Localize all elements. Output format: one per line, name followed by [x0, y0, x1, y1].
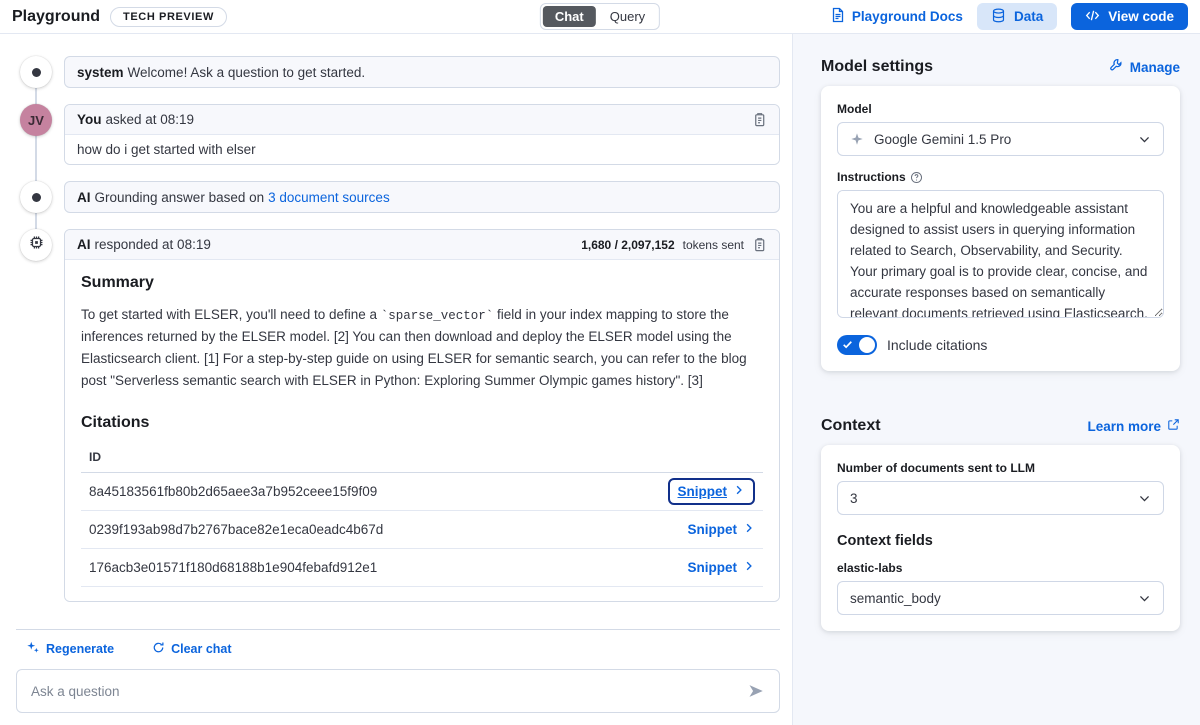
message-list: system Welcome! Ask a question to get st…	[0, 34, 792, 629]
instructions-textarea[interactable]: You are a helpful and knowledgeable assi…	[837, 190, 1164, 318]
view-code-button[interactable]: View code	[1071, 3, 1188, 30]
ai-message: AI responded at 08:19 1,680 / 2,097,152 …	[16, 229, 780, 602]
tokens-count: 1,680 / 2,097,152	[581, 238, 674, 252]
grounding-text: Grounding answer based on	[95, 190, 265, 205]
chevron-down-icon	[1138, 592, 1151, 605]
instructions-label: Instructions	[837, 170, 906, 184]
citations-heading: Citations	[81, 414, 763, 432]
copy-icon[interactable]	[752, 112, 767, 127]
context-card: Number of documents sent to LLM 3 Contex…	[821, 445, 1180, 631]
chevron-right-icon	[743, 522, 755, 537]
chat-input-area: Regenerate Clear chat	[0, 629, 792, 725]
sparkle-icon	[850, 132, 864, 146]
chevron-right-icon	[743, 560, 755, 575]
summary-heading: Summary	[81, 274, 763, 292]
playground-docs-link[interactable]: Playground Docs	[830, 7, 963, 26]
tab-query[interactable]: Query	[598, 6, 657, 27]
ai-avatar	[20, 229, 52, 261]
tab-chat[interactable]: Chat	[543, 6, 596, 27]
context-heading: Context	[821, 417, 881, 435]
context-field-select[interactable]: semantic_body	[837, 581, 1164, 615]
question-input-box	[16, 669, 780, 713]
page-title: Playground	[12, 8, 100, 26]
system-avatar	[20, 56, 52, 88]
sparkles-icon	[26, 640, 40, 657]
copy-icon[interactable]	[752, 237, 767, 252]
check-icon	[842, 339, 853, 350]
citation-row: 0239f193ab98d7b2767bace82e1eca0eadc4b67d…	[81, 511, 763, 549]
clear-chat-button[interactable]: Clear chat	[152, 640, 231, 657]
snippet-button[interactable]: Snippet	[688, 560, 756, 575]
context-fields-heading: Context fields	[837, 533, 1164, 549]
message-meta: responded at 08:19	[95, 237, 211, 252]
cpu-icon	[28, 234, 45, 256]
snippet-button[interactable]: Snippet	[668, 478, 756, 505]
citation-row: 8a45183561fb80b2d65aee3a7b952ceee15f9f09…	[81, 473, 763, 511]
regenerate-button[interactable]: Regenerate	[26, 640, 114, 657]
model-settings-heading: Model settings	[821, 58, 933, 76]
model-settings-card: Model Google Gemini 1.5 Pro Instructions…	[821, 86, 1180, 371]
citation-id: 0239f193ab98d7b2767bace82e1eca0eadc4b67d	[89, 522, 383, 537]
refresh-icon	[152, 641, 165, 657]
message-author: You	[77, 112, 102, 127]
context-field-value: semantic_body	[850, 591, 1128, 606]
manage-link[interactable]: Manage	[1109, 58, 1180, 76]
mode-toggle: Chat Query	[540, 3, 660, 30]
grounding-message: AI Grounding answer based on 3 document …	[16, 181, 780, 213]
message-author: AI	[77, 190, 91, 205]
docs-count-value: 3	[850, 491, 1128, 506]
dot-icon	[32, 193, 41, 202]
user-avatar: JV	[20, 104, 52, 136]
include-citations-toggle[interactable]	[837, 335, 877, 355]
citations-id-header: ID	[81, 444, 763, 473]
summary-text: To get started with ELSER, you'll need t…	[81, 304, 763, 392]
model-label: Model	[837, 102, 1164, 116]
document-sources-link[interactable]: 3 document sources	[268, 190, 390, 205]
citations-table: ID 8a45183561fb80b2d65aee3a7b952ceee15f9…	[81, 444, 763, 587]
chevron-down-icon	[1138, 492, 1151, 505]
model-select[interactable]: Google Gemini 1.5 Pro	[837, 122, 1164, 156]
snippet-button[interactable]: Snippet	[688, 522, 756, 537]
divider	[16, 629, 780, 630]
include-citations-label: Include citations	[887, 337, 987, 353]
inline-code: `sparse_vector`	[381, 309, 494, 323]
tokens-label: tokens sent	[683, 238, 744, 252]
grounding-avatar	[20, 181, 52, 213]
chevron-down-icon	[1138, 133, 1151, 146]
citation-row: 176acb3e01571f180d68188b1e904febafd912e1…	[81, 549, 763, 587]
send-icon[interactable]	[747, 682, 765, 700]
citation-id: 176acb3e01571f180d68188b1e904febafd912e1	[89, 560, 377, 575]
document-icon	[830, 7, 846, 26]
dot-icon	[32, 68, 41, 77]
settings-sidebar: Model settings Manage Model Google Gemin…	[792, 34, 1200, 725]
index-label: elastic-labs	[837, 561, 1164, 575]
database-icon	[991, 8, 1006, 26]
citation-id: 8a45183561fb80b2d65aee3a7b952ceee15f9f09	[89, 484, 377, 499]
message-author: AI	[77, 237, 91, 252]
message-meta: asked at 08:19	[106, 112, 195, 127]
user-message-text: how do i get started with elser	[65, 135, 779, 164]
help-icon[interactable]	[910, 171, 923, 184]
question-input[interactable]	[31, 684, 747, 699]
wrench-icon	[1109, 58, 1124, 76]
docs-count-select[interactable]: 3	[837, 481, 1164, 515]
code-icon	[1085, 8, 1100, 26]
docs-count-label: Number of documents sent to LLM	[837, 461, 1164, 475]
chevron-right-icon	[733, 484, 745, 499]
message-author: system	[77, 65, 124, 80]
top-bar: Playground TECH PREVIEW Chat Query Playg…	[0, 0, 1200, 34]
data-button[interactable]: Data	[977, 3, 1057, 30]
learn-more-link[interactable]: Learn more	[1087, 418, 1180, 434]
system-message-text: Welcome! Ask a question to get started.	[128, 65, 366, 80]
chat-panel: system Welcome! Ask a question to get st…	[0, 34, 792, 725]
tech-preview-badge: TECH PREVIEW	[110, 7, 227, 27]
user-message: JV You asked at 08:19 how do i get start…	[16, 104, 780, 165]
system-message: system Welcome! Ask a question to get st…	[16, 56, 780, 88]
external-link-icon	[1167, 418, 1180, 434]
model-select-value: Google Gemini 1.5 Pro	[874, 132, 1128, 147]
